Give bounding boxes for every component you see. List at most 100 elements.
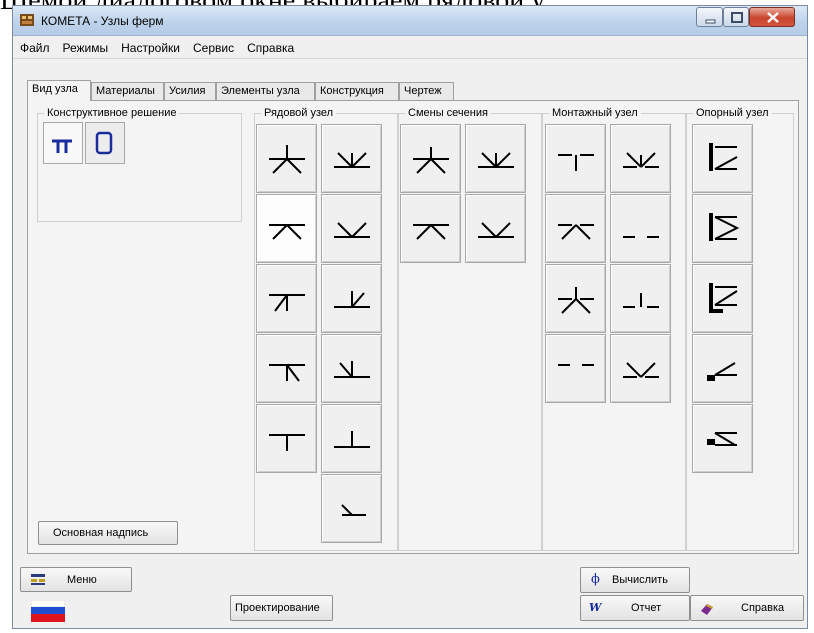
group-construct: Конструктивное решение	[37, 107, 242, 222]
tab-materials[interactable]: Материалы	[91, 82, 164, 100]
node-icon	[269, 434, 305, 451]
support-node-icon	[709, 143, 738, 171]
menu-service[interactable]: Сервис	[186, 37, 240, 55]
support-node-icon	[707, 432, 737, 446]
row-node-button-3[interactable]	[256, 264, 317, 333]
minimize-icon	[705, 19, 716, 24]
minimize-button[interactable]	[696, 7, 723, 27]
row-node-button-2[interactable]	[256, 194, 317, 263]
support-node-icon	[709, 213, 740, 241]
group-section-change-label: Смены сечения	[405, 107, 491, 119]
group-support-node-label: Опорный узел	[693, 107, 772, 119]
node-icon	[478, 222, 514, 238]
calculate-button[interactable]: ϕ Вычислить	[580, 567, 690, 593]
maximize-icon	[731, 12, 743, 23]
group-construct-label: Конструктивное решение	[44, 107, 180, 119]
report-button-label: Отчет	[631, 602, 662, 614]
node-icon	[558, 287, 594, 314]
row-node-button-4[interactable]	[256, 334, 317, 403]
node-icon	[413, 147, 449, 174]
menu-modes[interactable]: Режимы	[56, 37, 115, 55]
tab-drawing[interactable]: Чертеж	[399, 82, 454, 100]
mount-node-button-6[interactable]	[610, 264, 671, 333]
menu-bar: Файл Режимы Настройки Сервис Справка	[13, 37, 807, 59]
tab-node-elements[interactable]: Элементы узла	[216, 82, 315, 100]
support-node-button-4[interactable]	[692, 334, 753, 403]
row-node-button-8[interactable]	[321, 264, 382, 333]
tab-node-view[interactable]: Вид узла	[27, 80, 91, 101]
app-window: КОМЕТА - Узлы ферм Файл Режимы Настройки Се…	[12, 5, 808, 629]
mount-node-button-7[interactable]	[545, 334, 606, 403]
section-change-button-1[interactable]	[400, 124, 461, 193]
node-icon	[558, 224, 594, 240]
node-icon	[558, 154, 594, 171]
russian-flag-icon	[31, 600, 65, 622]
design-button-label: Проектирование	[235, 602, 320, 614]
node-view-panel: Конструктивное решение Рядовой узел Смен…	[27, 100, 799, 554]
section-change-button-4[interactable]	[465, 194, 526, 263]
main-caption-button[interactable]: Основная надпись	[38, 521, 178, 545]
mount-node-button-3[interactable]	[545, 194, 606, 263]
row-node-button-10[interactable]	[321, 404, 382, 473]
close-icon	[767, 12, 779, 23]
node-icon	[269, 224, 305, 240]
row-node-button-1[interactable]	[256, 124, 317, 193]
menu-button-label: Меню	[67, 574, 97, 586]
tube-profile-icon	[95, 131, 113, 155]
mount-node-button-4[interactable]	[610, 194, 671, 263]
node-icon	[334, 222, 370, 238]
node-icon	[623, 236, 659, 238]
app-icon	[20, 14, 34, 26]
menu-settings[interactable]: Настройки	[114, 37, 186, 55]
construct-tube-button[interactable]	[85, 122, 125, 164]
mount-node-button-8[interactable]	[610, 334, 671, 403]
row-node-button-7[interactable]	[321, 194, 382, 263]
menu-file[interactable]: Файл	[13, 37, 56, 55]
row-node-button-9[interactable]	[321, 334, 382, 403]
window-title: КОМЕТА - Узлы ферм	[41, 14, 164, 28]
section-change-button-3[interactable]	[400, 194, 461, 263]
support-node-button-5[interactable]	[692, 404, 753, 473]
title-bar[interactable]: КОМЕТА - Узлы ферм	[13, 6, 807, 36]
node-icon	[478, 152, 514, 168]
book-icon	[701, 604, 713, 615]
support-node-icon	[709, 283, 738, 313]
t-profile-icon	[52, 139, 72, 153]
node-icon	[623, 293, 659, 308]
support-node-button-3[interactable]	[692, 264, 753, 333]
maximize-button[interactable]	[723, 7, 749, 27]
construct-t-button[interactable]	[43, 122, 83, 164]
section-change-button-2[interactable]	[465, 124, 526, 193]
w-icon: W	[589, 601, 602, 614]
node-icon	[269, 294, 305, 312]
mount-node-button-5[interactable]	[545, 264, 606, 333]
node-icon	[334, 152, 370, 168]
menu-icon	[31, 574, 45, 585]
close-button[interactable]	[749, 7, 795, 27]
node-icon	[341, 504, 366, 516]
group-mount-node-label: Монтажный узел	[549, 107, 641, 119]
report-button[interactable]: W Отчет	[580, 595, 690, 621]
mount-node-button-1[interactable]	[545, 124, 606, 193]
node-icon	[413, 224, 449, 240]
row-node-button-11[interactable]	[321, 474, 382, 543]
help-button-label: Справка	[741, 602, 785, 614]
group-row-node-label: Рядовой узел	[261, 107, 337, 119]
main-caption-label: Основная надпись	[53, 527, 149, 539]
node-icon	[269, 364, 305, 382]
tab-construction[interactable]: Конструкция	[315, 82, 399, 100]
support-node-icon	[707, 362, 737, 381]
mount-node-button-2[interactable]	[610, 124, 671, 193]
row-node-button-5[interactable]	[256, 404, 317, 473]
node-icon	[334, 291, 370, 308]
node-icon	[623, 152, 659, 168]
menu-help[interactable]: Справка	[240, 37, 300, 55]
menu-button[interactable]: Меню	[20, 567, 132, 592]
node-icon	[334, 361, 370, 378]
design-button[interactable]: Проектирование	[230, 595, 333, 621]
support-node-button-2[interactable]	[692, 194, 753, 263]
help-button[interactable]: Справка	[690, 595, 804, 621]
tab-forces[interactable]: Усилия	[164, 82, 216, 100]
support-node-button-1[interactable]	[692, 124, 753, 193]
row-node-button-6[interactable]	[321, 124, 382, 193]
